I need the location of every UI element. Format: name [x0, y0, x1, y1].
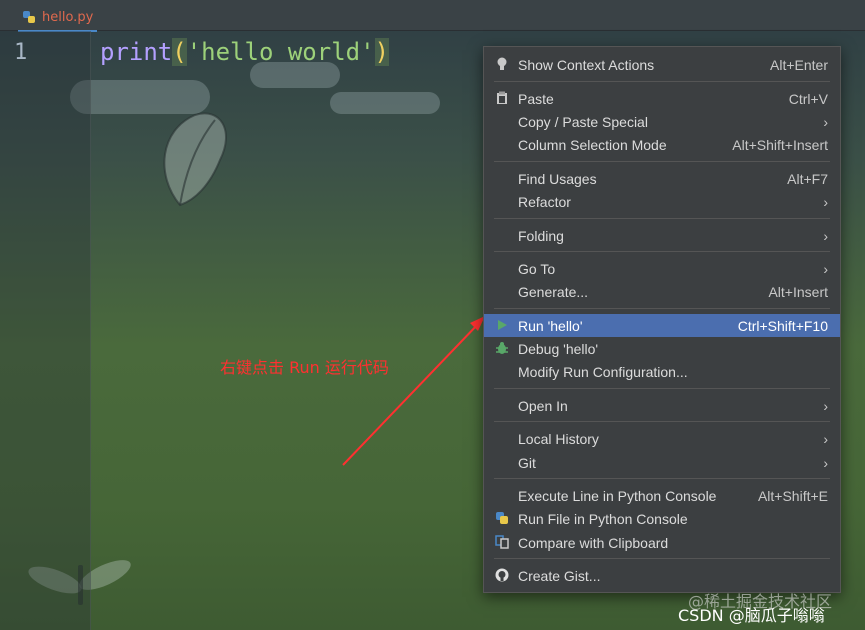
- menu-item-local-history[interactable]: Local History ›: [484, 427, 840, 450]
- chevron-right-icon: ›: [823, 430, 828, 447]
- menu-item-paste[interactable]: Paste Ctrl+V: [484, 87, 840, 110]
- menu-separator: [494, 478, 830, 479]
- menu-item-label: Column Selection Mode: [518, 136, 667, 153]
- debug-icon: [494, 340, 510, 356]
- menu-item-open-in[interactable]: Open In ›: [484, 394, 840, 417]
- menu-item-shortcut: Alt+Shift+Insert: [732, 136, 828, 153]
- menu-item-label: Refactor: [518, 193, 571, 210]
- menu-item-copy-paste-special[interactable]: Copy / Paste Special ›: [484, 110, 840, 133]
- run-icon: [494, 317, 510, 333]
- chevron-right-icon: ›: [823, 454, 828, 471]
- menu-item-modify-run-configuration[interactable]: Modify Run Configuration...: [484, 360, 840, 383]
- menu-item-label: Generate...: [518, 283, 589, 300]
- menu-item-shortcut: Alt+Shift+E: [757, 487, 828, 504]
- compare-icon: [494, 534, 510, 550]
- menu-item-label: Show Context Actions: [518, 56, 655, 73]
- menu-item-label: Open In: [518, 397, 568, 414]
- menu-item-label: Find Usages: [518, 170, 597, 187]
- lightbulb-icon: [494, 56, 510, 72]
- menu-separator: [494, 81, 830, 82]
- menu-separator: [494, 388, 830, 389]
- menu-item-git[interactable]: Git ›: [484, 451, 840, 474]
- chevron-right-icon: ›: [823, 113, 828, 130]
- menu-separator: [494, 251, 830, 252]
- menu-item-refactor[interactable]: Refactor ›: [484, 190, 840, 213]
- menu-item-debug-hello[interactable]: Debug 'hello': [484, 337, 840, 360]
- menu-item-compare-with-clipboard[interactable]: Compare with Clipboard: [484, 531, 840, 554]
- menu-item-label: Copy / Paste Special: [518, 113, 648, 130]
- menu-item-find-usages[interactable]: Find Usages Alt+F7: [484, 167, 840, 190]
- github-icon: [494, 567, 510, 583]
- menu-item-label: Go To: [518, 260, 556, 277]
- menu-item-show-context-actions[interactable]: Show Context Actions Alt+Enter: [484, 53, 840, 76]
- menu-item-label: Modify Run Configuration...: [518, 363, 688, 380]
- menu-item-shortcut: Ctrl+Shift+F10: [737, 317, 828, 334]
- menu-item-create-gist[interactable]: Create Gist...: [484, 564, 840, 587]
- menu-item-label: Compare with Clipboard: [518, 534, 669, 551]
- menu-item-label: Run 'hello': [518, 317, 583, 334]
- menu-item-label: Execute Line in Python Console: [518, 487, 717, 504]
- menu-separator: [494, 161, 830, 162]
- menu-item-go-to[interactable]: Go To ›: [484, 257, 840, 280]
- annotation-text: 右键点击 Run 运行代码: [220, 358, 389, 377]
- menu-item-label: Paste: [518, 90, 554, 107]
- menu-item-run-hello[interactable]: Run 'hello' Ctrl+Shift+F10: [484, 314, 840, 337]
- chevron-right-icon: ›: [823, 193, 828, 210]
- menu-item-run-file-in-python-console[interactable]: Run File in Python Console: [484, 507, 840, 530]
- menu-item-label: Folding: [518, 227, 564, 244]
- menu-item-generate[interactable]: Generate... Alt+Insert: [484, 280, 840, 303]
- editor-context-menu: Show Context Actions Alt+Enter Paste Ctr…: [483, 46, 841, 593]
- menu-separator: [494, 421, 830, 422]
- menu-item-label: Create Gist...: [518, 567, 601, 584]
- menu-separator: [494, 308, 830, 309]
- watermark-csdn: CSDN @脑瓜子嗡嗡: [678, 606, 825, 625]
- menu-item-label: Run File in Python Console: [518, 510, 688, 527]
- menu-item-shortcut: Alt+Enter: [770, 56, 828, 73]
- menu-item-label: Debug 'hello': [518, 340, 599, 357]
- menu-item-execute-line-in-python-console[interactable]: Execute Line in Python Console Alt+Shift…: [484, 484, 840, 507]
- python-icon: [494, 510, 510, 526]
- menu-item-shortcut: Alt+F7: [787, 170, 828, 187]
- clipboard-icon: [494, 90, 510, 106]
- chevron-right-icon: ›: [823, 227, 828, 244]
- menu-item-label: Local History: [518, 430, 599, 447]
- chevron-right-icon: ›: [823, 260, 828, 277]
- menu-item-label: Git: [518, 454, 536, 471]
- menu-item-shortcut: Alt+Insert: [768, 283, 828, 300]
- menu-item-column-selection-mode[interactable]: Column Selection Mode Alt+Shift+Insert: [484, 133, 840, 156]
- menu-separator: [494, 558, 830, 559]
- chevron-right-icon: ›: [823, 397, 828, 414]
- menu-item-folding[interactable]: Folding ›: [484, 224, 840, 247]
- menu-item-shortcut: Ctrl+V: [788, 90, 828, 107]
- menu-separator: [494, 218, 830, 219]
